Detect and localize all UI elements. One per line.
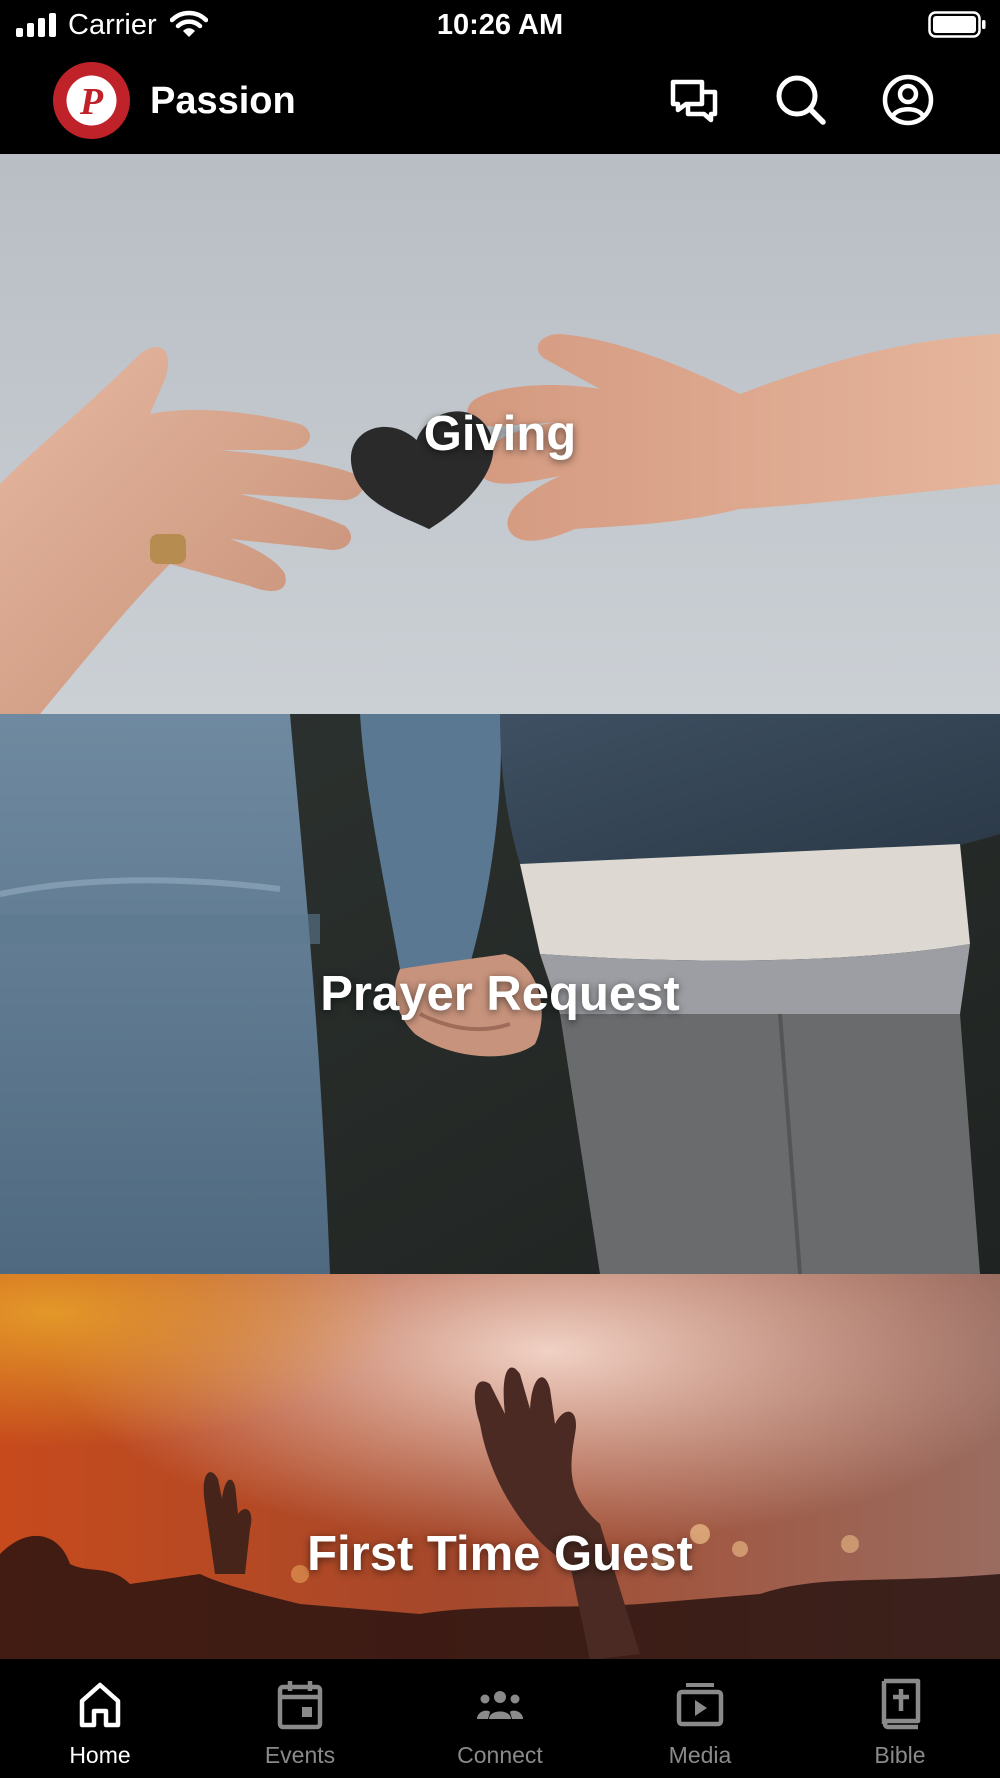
calendar-icon [277,1681,323,1730]
bible-icon [881,1678,921,1730]
tab-bible[interactable]: Bible [800,1659,1000,1778]
passion-logo[interactable]: P [53,62,130,139]
first-time-guest-title: First Time Guest [307,1527,693,1581]
search-button[interactable] [773,72,829,128]
status-bar: Carrier 10:26 AM [0,0,1000,50]
home-icon [79,1682,121,1728]
messages-icon [670,79,718,123]
media-icon [676,1683,724,1727]
app-header: P Passion [0,50,1000,154]
prayer-request-card[interactable]: Prayer Request [0,714,1000,1274]
profile-button[interactable] [880,72,936,128]
tab-media[interactable]: Media [600,1659,800,1778]
tab-connect[interactable]: Connect [400,1659,600,1778]
app-title: Passion [150,80,296,122]
logo-letter: P [79,81,104,123]
tab-bible-label: Bible [874,1742,926,1768]
bottom-tab-bar: Home Events Connect Media Bible [0,1659,1000,1778]
battery-icon [928,11,986,38]
search-icon [776,75,826,125]
tab-connect-label: Connect [457,1742,543,1768]
status-time: 10:26 AM [436,9,564,41]
tab-events[interactable]: Events [200,1659,400,1778]
giving-title: Giving [423,407,577,461]
first-time-guest-card[interactable]: First Time Guest [0,1274,1000,1660]
prayer-request-title: Prayer Request [320,967,680,1021]
tab-home[interactable]: Home [0,1659,200,1778]
profile-icon [882,74,934,126]
giving-card[interactable]: Giving [0,154,1000,714]
people-icon [477,1691,523,1719]
tab-media-label: Media [668,1742,732,1768]
tab-home-label: Home [69,1742,131,1768]
tab-events-label: Events [264,1742,336,1768]
messages-button[interactable] [666,72,722,128]
